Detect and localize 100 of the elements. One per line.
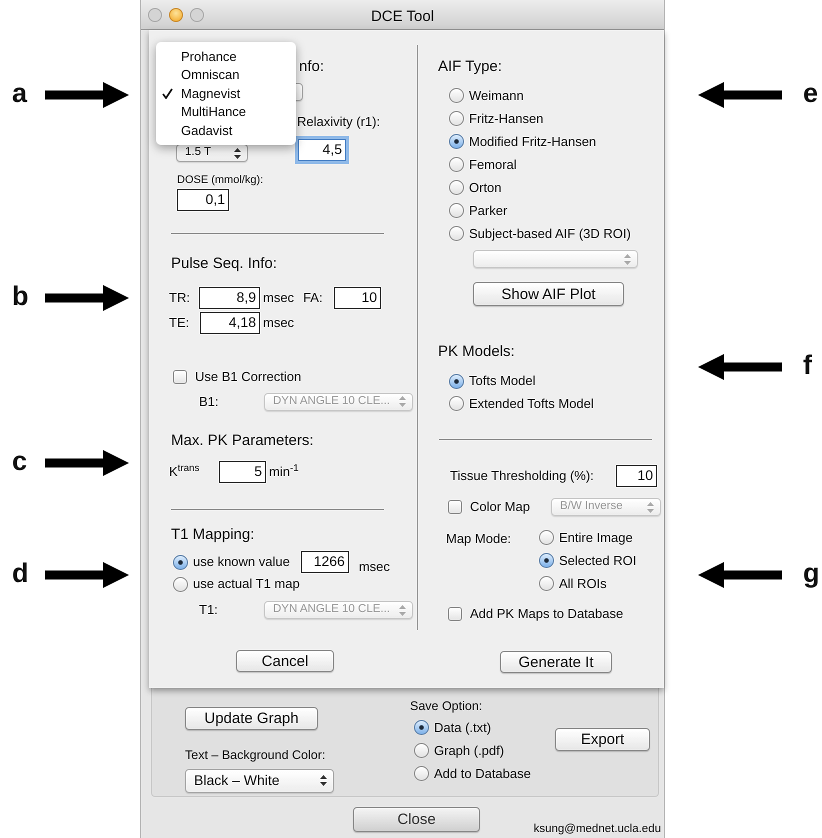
field-label: Tissue Thresholding (%): (450, 467, 594, 486)
field-label: K$^{trans}$ (169, 462, 200, 482)
radio-button[interactable] (449, 111, 464, 126)
updown-arrows-icon (647, 502, 654, 512)
annotation-letter: e (803, 78, 818, 108)
button[interactable]: Close (353, 807, 480, 832)
checkbox-label: Add PK Maps to Database (470, 605, 624, 624)
input-field[interactable]: 10 (334, 286, 382, 308)
input-field[interactable]: 4,18 (200, 312, 260, 334)
close-button[interactable] (148, 8, 162, 22)
minimize-button[interactable] (169, 8, 183, 22)
arrow-icon (45, 561, 129, 589)
checkbox-label: Use B1 Correction (195, 368, 302, 386)
annotation-letter: b (12, 281, 28, 311)
unit-label: msec (263, 288, 294, 307)
menu-item[interactable]: Magnevist (156, 84, 296, 102)
field-label: DOSE (mmol/kg): (177, 172, 264, 188)
updown-arrows-icon (234, 148, 241, 158)
input-field[interactable]: 5 (219, 461, 266, 483)
radio-button[interactable] (414, 766, 429, 781)
section-heading: T1 Mapping: (171, 524, 254, 545)
radio-label: Subject-based AIF (3D ROI) (469, 224, 631, 243)
field-label: Save Option: (410, 698, 484, 715)
button[interactable]: Export (555, 728, 650, 751)
annotation-letter: c (12, 446, 28, 476)
dropdown[interactable]: 1.5 T (176, 144, 248, 162)
radio-label: Add to Database (434, 764, 531, 782)
radio-button[interactable] (449, 134, 464, 149)
radio-button[interactable] (414, 742, 429, 758)
unit-label: msec (358, 558, 390, 576)
unit-label: min$^{-1}$ (269, 462, 299, 482)
updown-arrows-icon (320, 775, 327, 786)
field-label: Text – Background Color: (185, 747, 326, 764)
radio-label: Tofts Model (469, 372, 536, 390)
radio-button[interactable] (449, 203, 464, 218)
annotation-letter: a (12, 78, 28, 108)
radio-button[interactable] (539, 553, 554, 568)
radio-label: use actual T1 map (193, 575, 300, 594)
radio-label: All ROIs (559, 574, 607, 593)
menu-item[interactable]: Omniscan (156, 66, 296, 84)
radio-button[interactable] (173, 576, 188, 592)
menu-item[interactable]: Gadavist (156, 121, 296, 140)
button[interactable]: Cancel (236, 650, 334, 672)
button[interactable]: Show AIF Plot (473, 282, 624, 306)
field-label: FA: (303, 288, 324, 307)
arrow-icon (45, 284, 129, 312)
radio-label: use known value (193, 553, 290, 572)
radio-button[interactable] (449, 157, 464, 172)
input-field[interactable]: 1266 (300, 551, 349, 573)
zoom-button[interactable] (190, 8, 204, 22)
checkbox[interactable] (448, 500, 462, 514)
field-label: T1: (199, 601, 219, 620)
radio-label: Entire Image (559, 528, 633, 547)
input-field[interactable]: 0,1 (177, 189, 229, 211)
radio-label: Weimann (469, 86, 524, 105)
updown-arrows-icon (624, 254, 631, 264)
menu-item[interactable]: MultiHance (156, 102, 296, 121)
field-label: Relaxivity (r1): (297, 114, 380, 129)
radio-button[interactable] (173, 554, 188, 570)
field-label: TE: (169, 314, 190, 332)
radio-button[interactable] (449, 226, 464, 241)
checkbox-label: Color Map (470, 498, 530, 516)
radio-label: Selected ROI (559, 552, 636, 570)
radio-label: Extended Tofts Model (469, 394, 594, 413)
arrow-icon (698, 561, 782, 589)
dropdown[interactable]: Black – White (185, 768, 334, 793)
button[interactable]: Generate It (500, 651, 612, 673)
arrow-icon (698, 81, 782, 109)
radio-button[interactable] (449, 374, 464, 388)
radio-label: Femoral (469, 156, 517, 174)
arrow-icon (45, 81, 129, 109)
annotation-letter: d (12, 558, 28, 588)
checkbox[interactable] (173, 370, 187, 384)
section-heading: nfo: (299, 56, 324, 77)
window-title: DCE Tool (370, 7, 434, 27)
arrow-icon (45, 449, 129, 477)
checkbox[interactable] (448, 607, 462, 621)
input-field[interactable]: 8,9 (199, 286, 260, 308)
radio-button[interactable] (414, 720, 429, 735)
menu-item[interactable]: Prohance (156, 47, 296, 66)
radio-button[interactable] (539, 576, 554, 591)
radio-label: Data (.txt) (434, 718, 492, 737)
arrow-icon (698, 353, 782, 381)
updown-arrows-icon (399, 396, 406, 407)
input-field[interactable]: 10 (616, 465, 657, 487)
section-heading: PK Models: (438, 342, 515, 362)
radio-button[interactable] (449, 88, 464, 103)
radio-label: Fritz-Hansen (469, 110, 544, 128)
section-heading: AIF Type: (438, 56, 502, 77)
radio-label: Parker (469, 202, 508, 220)
email-text: ksung@mednet.ucla.edu (534, 822, 661, 836)
radio-label: Graph (.pdf) (434, 742, 504, 760)
radio-button[interactable] (539, 530, 554, 545)
unit-label: msec (263, 314, 294, 332)
button[interactable]: Update Graph (185, 707, 318, 730)
updown-arrows-icon (399, 604, 406, 616)
annotation-letter: f (803, 350, 812, 380)
field-label: Map Mode: (446, 530, 512, 548)
radio-button[interactable] (449, 396, 464, 411)
radio-button[interactable] (449, 180, 464, 195)
